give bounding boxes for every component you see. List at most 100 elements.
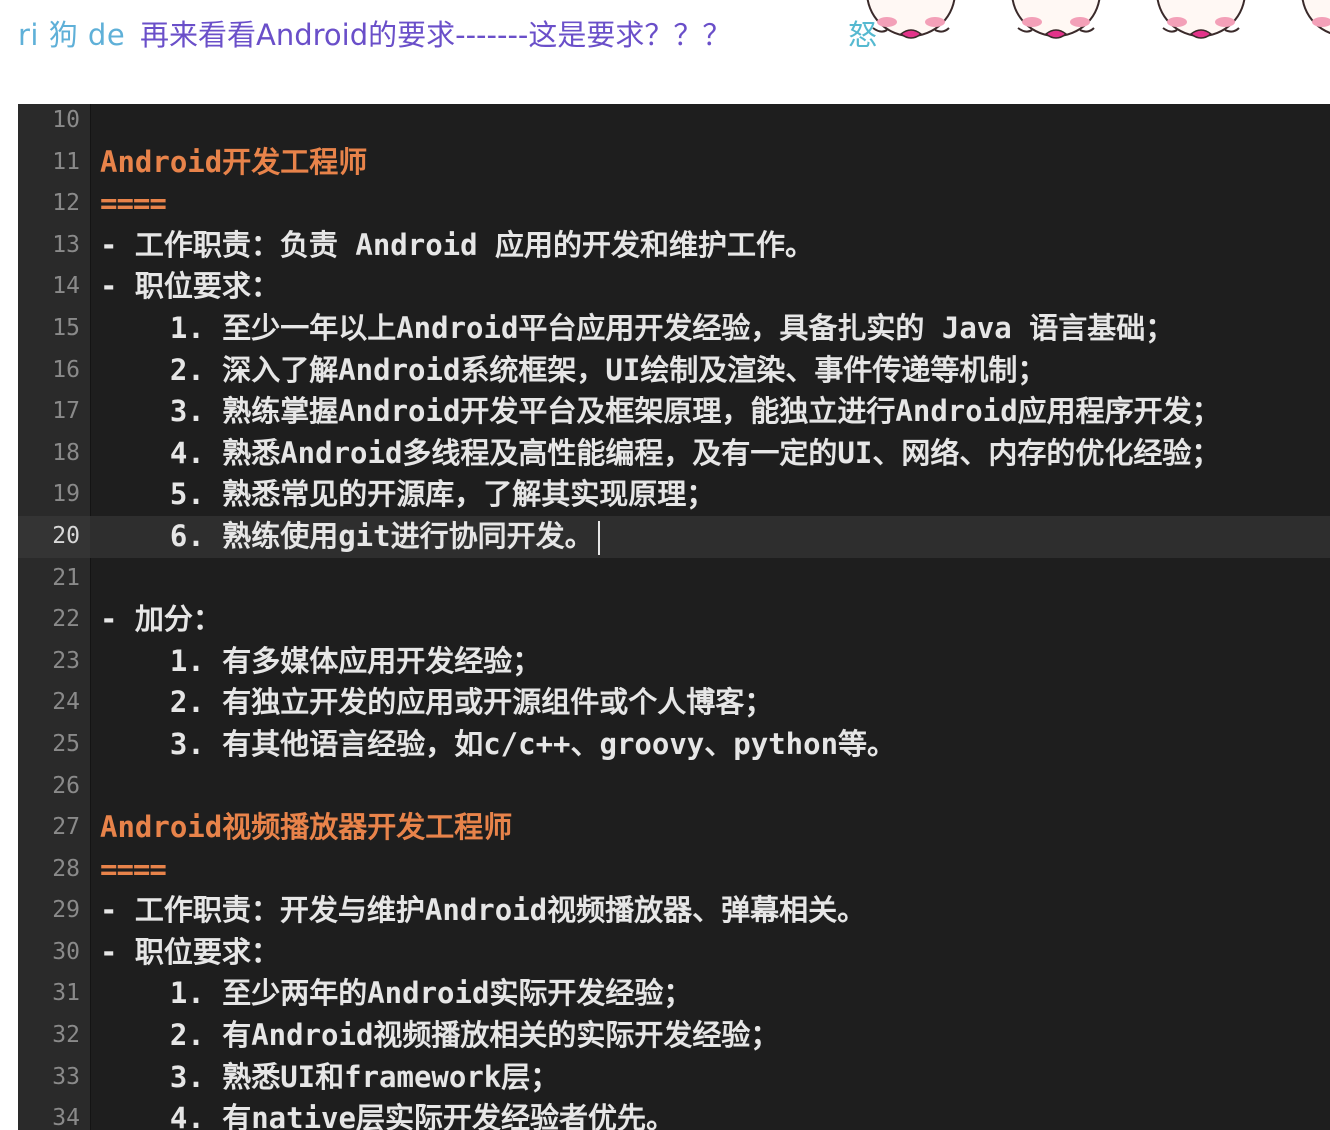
line-content: 6. 熟练使用git进行协同开发。 [100, 518, 594, 553]
line-content: 3. 熟悉UI和framework层； [100, 1059, 560, 1094]
editor-line[interactable]: 32 2. 有Android视频播放相关的实际开发经验； [18, 1015, 1330, 1057]
line-text[interactable]: 5. 熟悉常见的开源库，了解其实现原理； [100, 474, 715, 516]
editor-line[interactable]: 30 - 职位要求： [18, 932, 1330, 974]
line-number: 33 [52, 1063, 80, 1090]
line-content: - 加分： [100, 602, 222, 637]
line-number: 10 [52, 107, 80, 133]
line-content: - 职位要求： [100, 934, 280, 969]
editor-line[interactable]: 13 - 工作职责：负责 Android 应用的开发和维护工作。 [18, 225, 1330, 267]
angry-face-sticker [1008, 0, 1104, 58]
editor-line[interactable]: 15 1. 至少一年以上Android平台应用开发经验，具备扎实的 Java 语… [18, 308, 1330, 350]
line-number: 27 [52, 814, 80, 841]
line-text[interactable]: 3. 有其他语言经验，如c/c++、groovy、python等。 [100, 724, 896, 766]
line-number: 30 [52, 938, 80, 965]
line-number: 22 [52, 606, 80, 633]
line-content: - 工作职责：开发与维护Android视频播放器、弹幕相关。 [100, 893, 867, 928]
line-number: 32 [52, 1022, 80, 1049]
editor-line[interactable]: 17 3. 熟练掌握Android开发平台及框架原理，能独立进行Android应… [18, 391, 1330, 433]
editor-line[interactable]: 14 - 职位要求： [18, 266, 1330, 308]
line-text[interactable]: 3. 熟悉UI和framework层； [100, 1057, 559, 1099]
line-content: 1. 有多媒体应用开发经验； [100, 643, 542, 678]
line-number: 24 [52, 689, 80, 716]
line-text[interactable]: - 工作职责：负责 Android 应用的开发和维护工作。 [100, 225, 814, 267]
line-content: - 职位要求： [100, 269, 280, 304]
line-text[interactable]: 1. 至少一年以上Android平台应用开发经验，具备扎实的 Java 语言基础… [100, 308, 1174, 350]
editor-line[interactable]: 23 1. 有多媒体应用开发经验； [18, 641, 1330, 683]
line-content: 5. 熟悉常见的开源库，了解其实现原理； [100, 477, 716, 512]
line-number: 21 [52, 564, 80, 591]
editor-line[interactable]: 22 - 加分： [18, 599, 1330, 641]
line-text[interactable]: 4. 熟悉Android多线程及高性能编程，及有一定的UI、网络、内存的优化经验… [100, 433, 1221, 475]
line-content: 3. 有其他语言经验，如c/c++、groovy、python等。 [100, 726, 897, 761]
line-content: 3. 熟练掌握Android开发平台及框架原理，能独立进行Android应用程序… [100, 394, 1221, 429]
author-name[interactable]: ri 狗 de [18, 12, 125, 54]
editor-line[interactable]: 33 3. 熟悉UI和framework层； [18, 1057, 1330, 1099]
post-header: ri 狗 de 再来看看Android的要求-------这是要求？？？ 怒 [18, 0, 1330, 54]
section-heading[interactable]: Android视频播放器开发工程师 [100, 807, 512, 849]
heading-underline[interactable]: ==== [100, 183, 167, 225]
editor-line[interactable]: 26 [18, 766, 1330, 808]
line-content: ==== [100, 851, 167, 886]
line-number: 16 [52, 356, 80, 383]
line-number: 20 [18, 515, 90, 558]
line-number: 11 [52, 148, 80, 175]
line-number: 15 [52, 314, 80, 341]
editor-line[interactable]: 29 - 工作职责：开发与维护Android视频播放器、弹幕相关。 [18, 890, 1330, 932]
section-heading[interactable]: Android开发工程师 [100, 142, 367, 184]
line-content: 1. 至少一年以上Android平台应用开发经验，具备扎实的 Java 语言基础… [100, 310, 1175, 345]
editor-line[interactable]: 16 2. 深入了解Android系统框架，UI绘制及渲染、事件传递等机制； [18, 350, 1330, 392]
editor-line[interactable]: 28 ==== [18, 849, 1330, 891]
line-number: 25 [52, 730, 80, 757]
line-content: 2. 有独立开发的应用或开源组件或个人博客； [100, 685, 774, 720]
editor-line[interactable]: 27 Android视频播放器开发工程师 [18, 807, 1330, 849]
line-text[interactable]: 2. 深入了解Android系统框架，UI绘制及渲染、事件传递等机制； [100, 350, 1047, 392]
line-text[interactable]: 6. 熟练使用git进行协同开发。 [100, 516, 600, 558]
line-content: 4. 熟悉Android多线程及高性能编程，及有一定的UI、网络、内存的优化经验… [100, 435, 1221, 470]
angry-face-sticker [1153, 0, 1249, 58]
line-content: 1. 至少两年的Android实际开发经验； [100, 976, 693, 1011]
line-number: 28 [52, 855, 80, 882]
line-number: 18 [52, 439, 80, 466]
line-content: Android视频播放器开发工程师 [100, 810, 513, 845]
line-text[interactable]: 2. 有独立开发的应用或开源组件或个人博客； [100, 682, 773, 724]
line-content: - 工作职责：负责 Android 应用的开发和维护工作。 [100, 227, 815, 262]
code-editor[interactable]: 10 11 Android开发工程师 12 ==== 13 - 工作职责：负责 Androi… [18, 104, 1330, 1130]
editor-line[interactable]: 10 [18, 104, 1330, 142]
editor-line[interactable]: 25 3. 有其他语言经验，如c/c++、groovy、python等。 [18, 724, 1330, 766]
editor-line[interactable]: 19 5. 熟悉常见的开源库，了解其实现原理； [18, 474, 1330, 516]
editor-lines: 10 11 Android开发工程师 12 ==== 13 - 工作职责：负责 Androi… [18, 104, 1330, 1130]
line-number: 26 [52, 772, 80, 799]
post-message: 再来看看Android的要求-------这是要求？？？ [140, 18, 732, 52]
line-text[interactable]: - 职位要求： [100, 932, 280, 974]
line-number: 31 [52, 980, 80, 1007]
editor-line[interactable]: 12 ==== [18, 183, 1330, 225]
line-content: 4. 有native层实际开发经验者优先。 [100, 1101, 675, 1130]
angry-face-sticker [863, 0, 959, 58]
editor-line[interactable]: 24 2. 有独立开发的应用或开源组件或个人博客； [18, 682, 1330, 724]
line-text[interactable]: 1. 至少两年的Android实际开发经验； [100, 973, 693, 1015]
line-text[interactable]: 1. 有多媒体应用开发经验； [100, 641, 541, 683]
line-text[interactable]: - 工作职责：开发与维护Android视频播放器、弹幕相关。 [100, 890, 866, 932]
angry-face-sticker [1298, 0, 1330, 58]
line-content: 2. 有Android视频播放相关的实际开发经验； [100, 1018, 780, 1053]
line-text[interactable]: - 职位要求： [100, 266, 280, 308]
line-content: Android开发工程师 [100, 144, 368, 179]
line-number: 34 [52, 1105, 80, 1130]
line-text[interactable]: 4. 有native层实际开发经验者优先。 [100, 1098, 675, 1130]
line-text[interactable]: - 加分： [100, 599, 222, 641]
line-number: 23 [52, 647, 80, 674]
line-number: 13 [52, 231, 80, 258]
line-number: 29 [52, 897, 80, 924]
editor-line[interactable]: 34 4. 有native层实际开发经验者优先。 [18, 1098, 1330, 1130]
editor-line[interactable]: 20 6. 熟练使用git进行协同开发。 [18, 515, 1330, 558]
editor-line[interactable]: 21 [18, 558, 1330, 600]
editor-line[interactable]: 18 4. 熟悉Android多线程及高性能编程，及有一定的UI、网络、内存的优… [18, 433, 1330, 475]
line-text[interactable]: 3. 熟练掌握Android开发平台及框架原理，能独立进行Android应用程序… [100, 391, 1221, 433]
editor-line[interactable]: 11 Android开发工程师 [18, 142, 1330, 184]
line-content: ==== [100, 186, 167, 221]
heading-underline[interactable]: ==== [100, 849, 167, 891]
line-text[interactable]: 2. 有Android视频播放相关的实际开发经验； [100, 1015, 780, 1057]
editor-line[interactable]: 31 1. 至少两年的Android实际开发经验； [18, 973, 1330, 1015]
line-number: 17 [52, 398, 80, 425]
line-number: 12 [52, 190, 80, 217]
